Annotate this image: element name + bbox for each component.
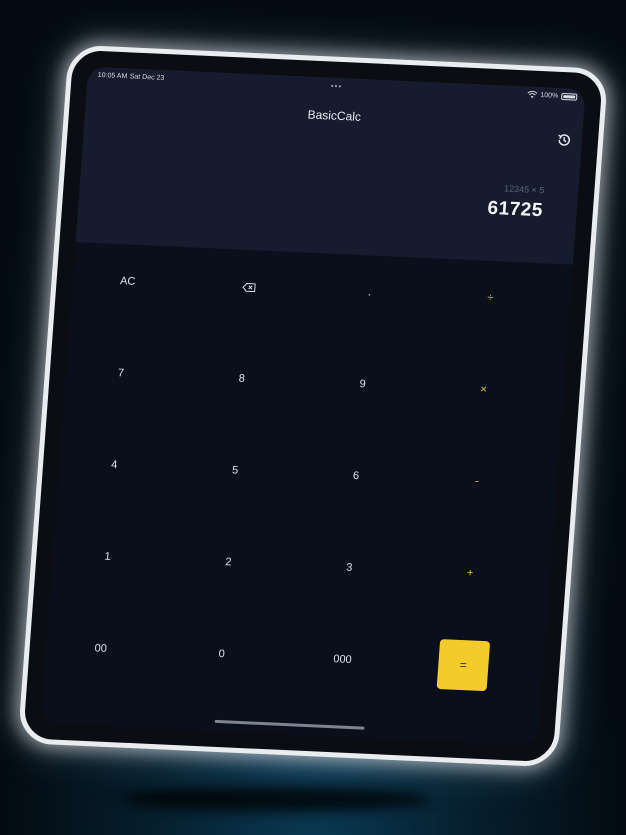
wifi-icon xyxy=(527,90,538,99)
key-8[interactable]: 8 xyxy=(190,352,294,406)
multiply-button[interactable]: × xyxy=(432,363,536,417)
key-1[interactable]: 1 xyxy=(56,530,160,584)
status-indicators: 100% xyxy=(527,90,578,101)
divide-button[interactable]: ÷ xyxy=(439,271,543,325)
keypad: AC . ÷ 7 8 9 × 4 5 6 - 1 2 3 + 00 0 000 … xyxy=(40,242,573,745)
app-store-background: 10:05 AM Sat Dec 23 ••• 100% BasicCalc 1… xyxy=(0,0,626,835)
key-0[interactable]: 0 xyxy=(170,627,274,681)
app-title: BasicCalc xyxy=(307,107,362,124)
device-shadow xyxy=(120,786,430,812)
display-area: 10:05 AM Sat Dec 23 ••• 100% BasicCalc 1… xyxy=(75,66,586,265)
key-5[interactable]: 5 xyxy=(183,443,287,497)
status-time: 10:05 AM xyxy=(97,71,128,81)
add-button[interactable]: + xyxy=(418,546,522,600)
tablet-frame: 10:05 AM Sat Dec 23 ••• 100% BasicCalc 1… xyxy=(17,44,609,768)
expression-display: 12345 × 5 xyxy=(503,183,545,196)
battery-percent: 100% xyxy=(540,91,559,100)
ac-button[interactable]: AC xyxy=(76,254,180,308)
key-9[interactable]: 9 xyxy=(311,357,415,411)
history-icon[interactable] xyxy=(555,132,572,149)
decimal-button[interactable]: . xyxy=(318,265,422,319)
key-3[interactable]: 3 xyxy=(297,541,401,595)
result-display: 61725 xyxy=(486,197,544,222)
key-6[interactable]: 6 xyxy=(304,449,408,503)
backspace-icon xyxy=(242,282,256,292)
equals-button[interactable]: = xyxy=(436,639,491,692)
key-2[interactable]: 2 xyxy=(177,535,281,589)
subtract-button[interactable]: - xyxy=(425,454,529,508)
battery-icon xyxy=(561,92,578,101)
status-date: Sat Dec 23 xyxy=(129,73,165,82)
tablet-device: 10:05 AM Sat Dec 23 ••• 100% BasicCalc 1… xyxy=(17,44,609,768)
key-00[interactable]: 00 xyxy=(49,621,153,675)
multitasking-dots[interactable]: ••• xyxy=(330,81,342,90)
key-4[interactable]: 4 xyxy=(62,438,166,492)
backspace-button[interactable] xyxy=(197,260,301,314)
key-000[interactable]: 000 xyxy=(291,632,395,686)
key-7[interactable]: 7 xyxy=(69,346,173,400)
tablet-screen: 10:05 AM Sat Dec 23 ••• 100% BasicCalc 1… xyxy=(40,66,586,746)
